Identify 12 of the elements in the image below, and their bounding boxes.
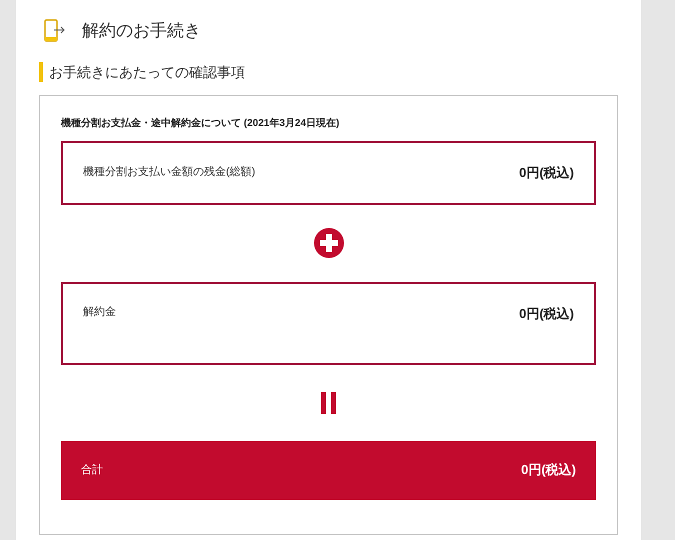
amount-value: 0円(税込) xyxy=(519,164,574,182)
plus-icon xyxy=(314,228,344,258)
phone-exit-icon xyxy=(44,18,66,43)
total-value: 0円(税込) xyxy=(521,461,576,480)
amount-value: 0円(税込) xyxy=(519,304,574,323)
equals-icon xyxy=(321,392,336,414)
page-title: 解約のお手続き xyxy=(82,20,201,42)
amount-label: 解約金 xyxy=(83,304,116,320)
section-heading: お手続きにあたっての確認事項 xyxy=(49,62,245,82)
total-label: 合計 xyxy=(81,462,103,478)
summary-caption: 機種分割お支払金・途中解約金について (2021年3月24日現在) xyxy=(61,116,340,130)
amount-label: 機種分割お支払い金額の残金(総額) xyxy=(83,164,256,180)
